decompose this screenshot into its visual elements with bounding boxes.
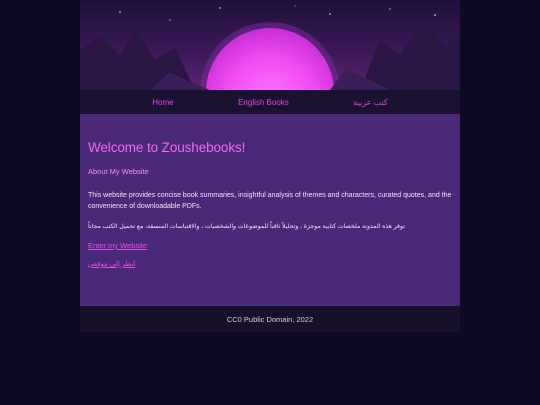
synthwave-sun-image	[80, 5, 460, 90]
description-english: This website provides concise book summa…	[88, 192, 452, 210]
enter-website-link[interactable]: Enter my Website	[88, 241, 452, 250]
top-navigation: Home English Books كتب عربية	[80, 90, 460, 114]
enter-website-link-arabic[interactable]: انظر إلى موقعي	[88, 260, 452, 268]
nav-english-books[interactable]: English Books	[238, 98, 289, 107]
main-content: Welcome to Zoushebooks! About My Website…	[80, 114, 460, 274]
main-panel: Welcome to Zoushebooks! About My Website…	[80, 114, 460, 306]
section-subtitle: About My Website	[88, 167, 149, 176]
footer: CC0 Public Domain, 2022	[80, 306, 460, 332]
page-container: Home English Books كتب عربية Welcome to …	[80, 0, 460, 306]
footer-text: CC0 Public Domain, 2022	[226, 314, 314, 324]
nav-arabic-books[interactable]: كتب عربية	[353, 98, 387, 107]
hero-banner	[80, 0, 460, 90]
nav-home[interactable]: Home	[152, 98, 173, 107]
description-arabic: توفر هذه المدونة ملخصات كتابية موجزة ، و…	[88, 223, 405, 230]
page-title: Welcome to Zoushebooks!	[88, 140, 246, 155]
